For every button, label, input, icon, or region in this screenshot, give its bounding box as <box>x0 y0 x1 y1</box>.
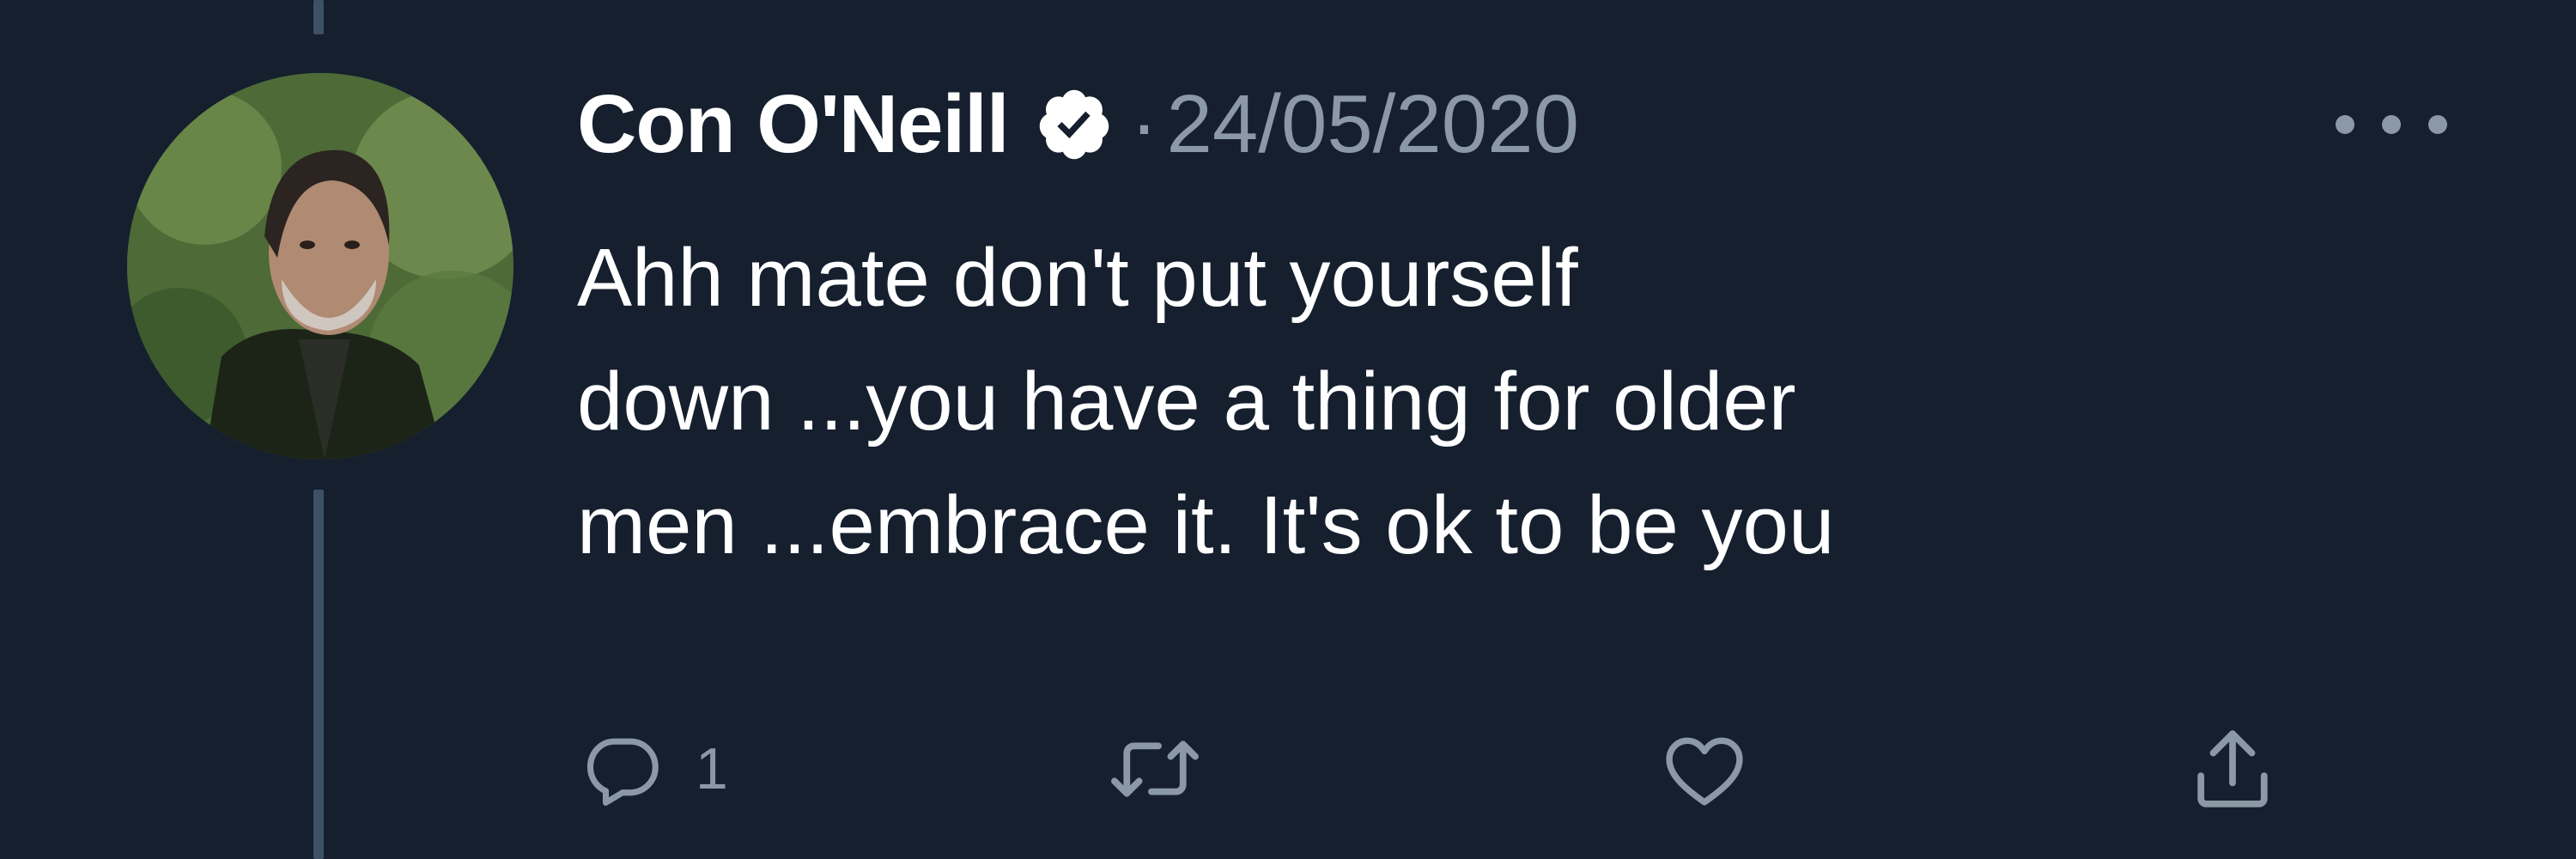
tweet-text-line: down ...you have a thing for older <box>577 356 1796 448</box>
tweet-date[interactable]: 24/05/2020 <box>1166 77 1578 172</box>
avatar-photo <box>127 73 513 460</box>
separator-dot: · <box>1130 78 1158 170</box>
share-icon <box>2197 730 2268 807</box>
tweet-text: Ahh mate don't put yourself down ...you … <box>577 216 2509 588</box>
more-dot <box>2336 115 2354 134</box>
reply-button[interactable]: 1 <box>584 709 728 829</box>
thread-line-top <box>313 0 324 34</box>
retweet-button[interactable] <box>1108 709 1202 829</box>
verified-badge-icon <box>1035 85 1114 164</box>
tweet-header: Con O'Neill · 24/05/2020 <box>577 73 1579 176</box>
heart-icon <box>1666 737 1743 806</box>
tweet-text-line: men ...embrace it. It's ok to be you <box>577 479 1835 571</box>
share-button[interactable] <box>2194 709 2271 829</box>
more-dot <box>2428 115 2447 134</box>
more-dot <box>2382 115 2401 134</box>
retweet-icon <box>1111 740 1199 797</box>
avatar[interactable] <box>127 73 513 460</box>
tweet-actions: 1 <box>0 709 2576 829</box>
like-button[interactable] <box>1662 709 1747 829</box>
tweet-card: Con O'Neill · 24/05/2020 Ahh mate don't … <box>0 0 2576 859</box>
reply-count: 1 <box>696 736 728 801</box>
more-options-icon[interactable] <box>2336 99 2447 150</box>
author-name[interactable]: Con O'Neill <box>577 77 1010 172</box>
tweet-text-line: Ahh mate don't put yourself <box>577 232 1578 324</box>
reply-icon <box>586 738 659 806</box>
